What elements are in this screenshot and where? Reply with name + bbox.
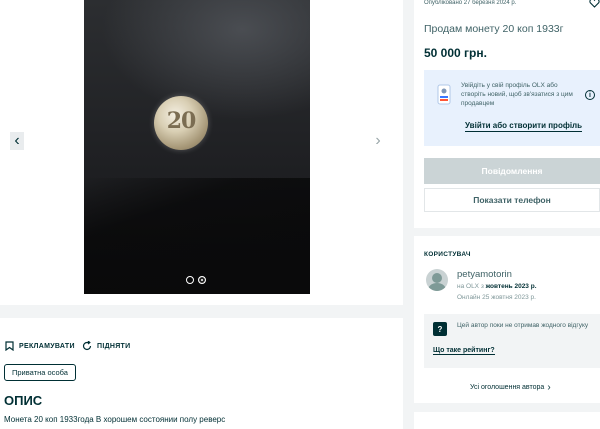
chevron-right-icon[interactable]: ›	[371, 132, 385, 150]
raise-button[interactable]: ПІДНЯТИ	[82, 341, 130, 351]
login-prompt-text: Увійдіть у свій профіль OLX або створіть…	[461, 82, 573, 107]
last-online: Онлайн 25 жовтня 2023 р.	[457, 294, 536, 301]
chevron-left-icon[interactable]: ‹	[10, 132, 24, 150]
listing-title: Продам монету 20 коп 1933г	[424, 23, 564, 35]
login-link[interactable]: Увійти або створити профіль	[465, 121, 583, 132]
member-since: на OLX з жовтень 2023 р.	[457, 283, 537, 290]
listing-photo[interactable]: 20	[84, 0, 310, 294]
description-title: ОПИС	[4, 393, 43, 408]
rating-link[interactable]: Що таке рейтинг?	[433, 347, 495, 355]
expand-icon[interactable]	[371, 273, 385, 287]
slide-dot[interactable]	[186, 276, 194, 284]
rating-box: ? Цей автор поки не отримав жодного відг…	[424, 314, 600, 368]
listing-price: 50 000 грн.	[424, 46, 487, 60]
all-ads-link[interactable]: Усі оголошення автора ›	[470, 382, 551, 393]
question-icon: ?	[433, 322, 447, 336]
listing-card: Опубліковано 27 березня 2024 р. Продам м…	[414, 0, 600, 228]
user-name[interactable]: petyamotorin	[457, 269, 512, 280]
description-text: Монета 20 коп 1933года В хорошем состоян…	[4, 415, 226, 424]
show-phone-button[interactable]: Показати телефон	[424, 188, 600, 212]
member-since-date: жовтень 2023 р.	[485, 283, 537, 290]
all-ads-label: Усі оголошення автора	[470, 384, 545, 391]
bookmark-icon	[5, 341, 14, 351]
chevron-right-icon: ›	[547, 382, 551, 393]
slide-dot-active[interactable]	[198, 276, 206, 284]
private-person-badge: Приватна особа	[4, 364, 76, 381]
user-section-title: КОРИСТУВАЧ	[424, 251, 471, 258]
coin-image: 20	[154, 96, 208, 150]
phone-profile-icon	[437, 84, 451, 105]
published-date: Опубліковано 27 березня 2024 р.	[424, 0, 517, 6]
slide-indicator	[186, 276, 206, 284]
rating-text: Цей автор поки не отримав жодного відгук…	[457, 322, 589, 329]
info-icon[interactable]: i	[585, 90, 595, 100]
login-prompt-box: Увійдіть у свій профіль OLX або створіть…	[424, 70, 600, 146]
promote-label: РЕКЛАМУВАТИ	[19, 342, 75, 350]
member-since-prefix: на OLX з	[457, 283, 486, 290]
refresh-icon	[82, 341, 92, 351]
promote-button[interactable]: РЕКЛАМУВАТИ	[5, 341, 75, 351]
ad-actions-panel: РЕКЛАМУВАТИ ПІДНЯТИ Приватна особа ОПИС …	[0, 318, 403, 429]
raise-label: ПІДНЯТИ	[97, 342, 131, 350]
avatar[interactable]	[426, 269, 448, 291]
heart-icon[interactable]	[589, 0, 600, 8]
next-card	[414, 412, 600, 429]
image-gallery: 20 ‹ ›	[0, 0, 403, 305]
user-card: КОРИСТУВАЧ petyamotorin на OLX з жовтень…	[414, 236, 600, 403]
message-button[interactable]: Повідомлення	[424, 158, 600, 184]
